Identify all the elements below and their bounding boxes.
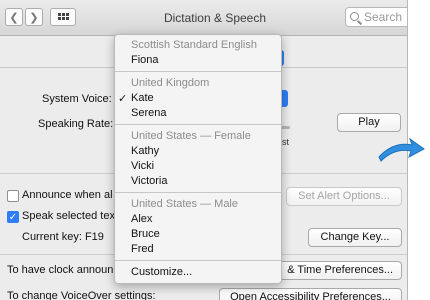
speaking-rate-label: Speaking Rate: — [38, 118, 114, 130]
menu-item-bruce[interactable]: Bruce — [131, 228, 160, 240]
menu-item-fiona[interactable]: Fiona — [131, 54, 159, 66]
menu-item-kate[interactable]: Kate — [131, 92, 154, 104]
menu-header-united-kingdom: United Kingdom — [131, 77, 210, 89]
speak-selected-checkbox[interactable]: ✓ — [7, 211, 19, 223]
speak-selected-label: Speak selected tex — [22, 210, 115, 222]
current-key-label: Current key: F19 — [22, 231, 104, 243]
clock-announce-text: To have clock announ — [7, 264, 114, 276]
forward-button[interactable]: ❯ — [25, 8, 43, 26]
set-alert-options-button[interactable]: Set Alert Options... — [286, 187, 402, 206]
announce-label: Announce when al — [22, 189, 113, 201]
search-field[interactable]: Search — [345, 7, 407, 27]
annotation-arrow-icon — [378, 137, 425, 162]
menu-header-us-male: United States — Male — [131, 198, 238, 210]
voiceover-text: To change VoiceOver settings: — [7, 290, 156, 300]
checkmark-icon: ✓ — [118, 93, 128, 105]
change-key-button[interactable]: Change Key... — [308, 228, 402, 247]
system-voice-menu: Scottish Standard English Fiona United K… — [114, 34, 282, 284]
menu-item-serena[interactable]: Serena — [131, 107, 166, 119]
menu-item-fred[interactable]: Fred — [131, 243, 154, 255]
back-button[interactable]: ❮ — [5, 8, 23, 26]
menu-separator — [115, 192, 281, 193]
announce-checkbox[interactable] — [7, 190, 19, 202]
play-button[interactable]: Play — [337, 113, 401, 132]
open-accessibility-preferences-button[interactable]: Open Accessibility Preferences... — [219, 288, 402, 300]
show-all-button[interactable] — [50, 8, 76, 26]
chevron-left-icon: ❮ — [9, 11, 19, 24]
system-voice-label: System Voice: — [42, 93, 112, 105]
checkmark-icon: ✓ — [8, 212, 18, 223]
search-placeholder: Search — [364, 10, 403, 24]
menu-item-kathy[interactable]: Kathy — [131, 145, 159, 157]
menu-item-customize[interactable]: Customize... — [131, 266, 192, 278]
title-bar: ❮ ❯ Dictation & Speech Search — [0, 0, 407, 36]
system-preferences-window: ❮ ❯ Dictation & Speech Search System Voi… — [0, 0, 408, 300]
menu-header-us-female: United States — Female — [131, 130, 251, 142]
rate-tick-fast-label: st — [282, 137, 290, 147]
chevron-right-icon: ❯ — [29, 11, 39, 24]
search-icon — [350, 12, 359, 21]
menu-separator — [115, 124, 281, 125]
menu-item-alex[interactable]: Alex — [131, 213, 152, 225]
window-title: Dictation & Speech — [163, 11, 267, 25]
menu-item-victoria[interactable]: Victoria — [131, 175, 167, 187]
menu-separator — [115, 71, 281, 72]
menu-header-scottish: Scottish Standard English — [131, 39, 257, 51]
menu-separator — [115, 260, 281, 261]
menu-item-vicki[interactable]: Vicki — [131, 160, 154, 172]
